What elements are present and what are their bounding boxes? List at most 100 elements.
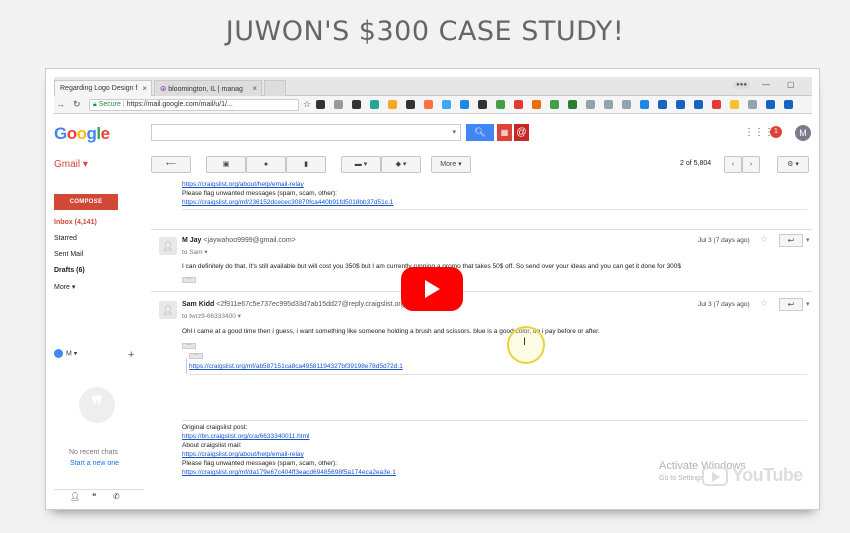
youtube-watermark[interactable]: YouTube	[702, 465, 803, 491]
extension-icon[interactable]	[406, 100, 415, 109]
hangouts-icon[interactable]: ❝	[92, 492, 96, 501]
extension-icon[interactable]	[550, 100, 559, 109]
details-icon[interactable]: ▾	[204, 249, 207, 256]
nav-starred[interactable]: Starred	[54, 235, 77, 242]
recipient[interactable]: to Sam ▾	[182, 248, 208, 256]
nav-drafts[interactable]: Drafts (6)	[54, 267, 85, 274]
labels-button[interactable]: ◆ ▾	[381, 156, 421, 173]
phone-icon[interactable]: ✆	[113, 492, 120, 501]
extension-icon[interactable]	[370, 100, 379, 109]
extension-icon[interactable]	[514, 100, 523, 109]
start-new-chat-link[interactable]: Start a new one	[70, 460, 119, 467]
flag-link[interactable]: https://craigslist.org/mf/236152dcecec30…	[182, 199, 393, 206]
extension-icon[interactable]	[676, 100, 685, 109]
video-frame[interactable]: Regarding Logo Design f × ☮ bloomington,…	[45, 68, 820, 510]
browser-tab-craigslist[interactable]: ☮ bloomington, IL | manag ×	[154, 80, 262, 96]
notification-badge[interactable]: 1	[770, 126, 782, 138]
video-play-button[interactable]	[401, 267, 463, 311]
at-sign-icon[interactable]: @	[514, 124, 529, 141]
show-trimmed-button[interactable]: ···	[182, 277, 196, 283]
star-icon[interactable]: ☆	[760, 234, 768, 245]
extension-icon[interactable]	[604, 100, 613, 109]
dropdown-icon[interactable]: ▾	[452, 128, 456, 136]
details-icon[interactable]: ▾	[238, 313, 241, 320]
recipient[interactable]: to twrz9-66333400 ▾	[182, 312, 241, 320]
more-button[interactable]: More ▾	[431, 156, 471, 173]
show-trimmed-button[interactable]: ···	[182, 343, 196, 349]
extension-icon[interactable]	[424, 100, 433, 109]
profile-badge[interactable]: ●●●	[733, 81, 750, 89]
older-button[interactable]: ›	[742, 156, 760, 173]
divider	[151, 229, 812, 230]
email-relay-link[interactable]: https://craigslist.org/about/help/email-…	[182, 451, 304, 458]
gmail-menu-label[interactable]: Gmail ▾	[54, 159, 88, 170]
delete-button[interactable]: ▮	[286, 156, 326, 173]
calendar-icon[interactable]: ▦	[497, 124, 512, 141]
star-icon[interactable]: ☆	[303, 99, 311, 110]
url-field[interactable]: 🔒︎ Secure | https://mail.google.com/mail…	[89, 99, 299, 111]
settings-button[interactable]: ⚙ ▾	[777, 156, 809, 173]
google-logo[interactable]: Google	[54, 124, 110, 144]
extension-icon[interactable]	[388, 100, 397, 109]
restore-button[interactable]: ▢	[787, 80, 795, 89]
extension-icon[interactable]	[640, 100, 649, 109]
search-button[interactable]: 🔍︎	[466, 124, 494, 141]
message-date: Jul 3 (7 days ago)	[698, 237, 750, 244]
extension-icon[interactable]	[442, 100, 451, 109]
close-icon[interactable]: ×	[142, 84, 147, 93]
compose-button[interactable]: COMPOSE	[54, 194, 118, 210]
browser-tab-gmail[interactable]: Regarding Logo Design f ×	[54, 80, 152, 96]
extension-icon[interactable]	[460, 100, 469, 109]
extension-icon[interactable]	[568, 100, 577, 109]
reply-button[interactable]: ↩	[779, 234, 803, 247]
extension-icon[interactable]	[784, 100, 793, 109]
extension-icon[interactable]	[712, 100, 721, 109]
close-icon[interactable]: ×	[252, 84, 257, 93]
extension-icon[interactable]	[694, 100, 703, 109]
extension-icon[interactable]	[352, 100, 361, 109]
add-chat-icon[interactable]: +	[128, 349, 134, 361]
extension-icon[interactable]	[622, 100, 631, 109]
extension-icon[interactable]	[496, 100, 505, 109]
more-options-icon[interactable]: ▾	[806, 236, 810, 244]
nav-more[interactable]: More ▾	[54, 283, 75, 291]
more-options-icon[interactable]: ▾	[806, 300, 810, 308]
nav-inbox[interactable]: Inbox (4,141)	[54, 219, 97, 226]
search-input[interactable]: ▾	[151, 124, 461, 141]
quoted-toggle[interactable]: ···	[189, 353, 203, 359]
move-to-button[interactable]: ▬ ▾	[341, 156, 381, 173]
extension-icon[interactable]	[586, 100, 595, 109]
quoted-link[interactable]: https://craigslist.org/mf/ab587151ca8ca4…	[189, 363, 403, 370]
reply-button[interactable]: ↩	[779, 298, 803, 311]
nav-sent[interactable]: Sent Mail	[54, 251, 83, 258]
extension-icon[interactable]	[334, 100, 343, 109]
quote-bar	[186, 358, 187, 374]
avatar: 👤︎	[159, 301, 177, 319]
extension-icon[interactable]	[532, 100, 541, 109]
original-post-link[interactable]: https://bn.craigslist.org/cra/6633340011…	[182, 433, 309, 440]
extension-icon[interactable]	[478, 100, 487, 109]
report-spam-button[interactable]: ●	[246, 156, 286, 173]
new-tab-button[interactable]	[264, 80, 286, 96]
account-avatar[interactable]: M	[795, 125, 811, 141]
extension-icon[interactable]	[658, 100, 667, 109]
sender-name[interactable]: M Jay <jaywahoo9999@gmail.com>	[182, 237, 296, 244]
email-relay-link[interactable]: https://craigslist.org/about/help/email-…	[182, 181, 304, 188]
chevron-left-icon: ‹	[731, 161, 735, 168]
extension-icon[interactable]	[766, 100, 775, 109]
flag-link[interactable]: https://craigslist.org/mf/da179e67c404ff…	[182, 469, 396, 476]
archive-button[interactable]: ▣	[206, 156, 246, 173]
star-icon[interactable]: ☆	[760, 298, 768, 309]
sender-name[interactable]: Sam Kidd <2f911e67c5e737ec995d33d7ab15dd…	[182, 301, 409, 308]
forward-icon[interactable]: →	[56, 99, 65, 109]
extension-icon[interactable]	[730, 100, 739, 109]
extension-icon[interactable]	[316, 100, 325, 109]
extension-icon[interactable]	[748, 100, 757, 109]
person-icon[interactable]: 👤︎	[70, 492, 80, 501]
back-button[interactable]: ⟵	[151, 156, 191, 173]
reload-icon[interactable]: ↻	[73, 99, 81, 110]
hangouts-user[interactable]: M ▾	[54, 349, 77, 358]
alert-icon: ●	[263, 161, 269, 168]
newer-button[interactable]: ‹	[724, 156, 742, 173]
minimize-button[interactable]: —	[762, 80, 770, 89]
